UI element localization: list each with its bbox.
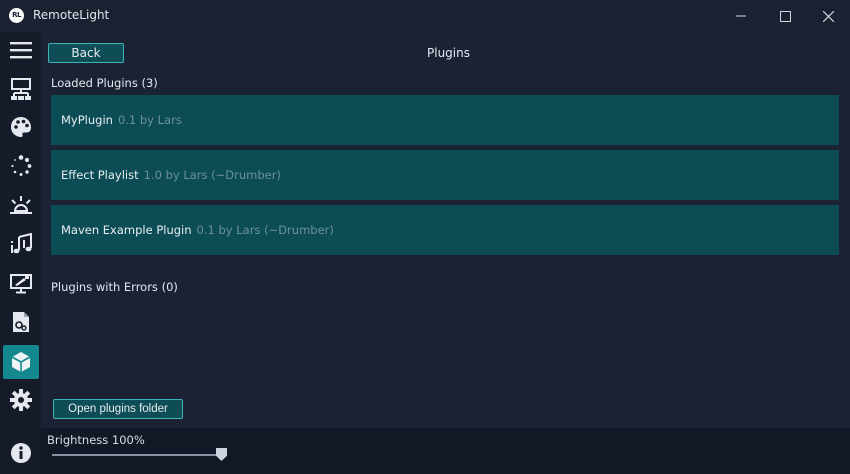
minimize-icon (736, 15, 746, 17)
network-icon (11, 78, 31, 100)
close-icon (822, 10, 834, 22)
sidebar-item-scripts[interactable] (3, 305, 39, 339)
animation-icon (11, 155, 32, 176)
sidebar (0, 32, 41, 474)
plugin-name: Maven Example Plugin (61, 223, 192, 237)
sidebar-item-animations[interactable] (3, 149, 39, 183)
title-bar: RL RemoteLight (0, 0, 850, 32)
plugin-name: MyPlugin (61, 113, 113, 127)
info-icon (11, 443, 31, 463)
sidebar-item-outputs[interactable] (3, 72, 39, 106)
sidebar-item-settings[interactable] (3, 383, 39, 417)
brightness-label: Brightness 100% (47, 433, 145, 447)
sidebar-item-menu[interactable] (3, 33, 39, 67)
plugin-row[interactable]: Maven Example Plugin 0.1 by Lars (~Drumb… (51, 205, 839, 255)
brightness-bar: Brightness 100% (41, 428, 850, 474)
back-button[interactable]: Back (48, 43, 124, 63)
scripts-icon (13, 312, 29, 332)
settings-icon (10, 389, 32, 411)
plugin-meta: 0.1 by Lars (117, 113, 182, 127)
close-button[interactable] (805, 0, 850, 32)
scene-icon (10, 196, 32, 214)
brightness-slider-track[interactable] (52, 454, 222, 456)
sidebar-item-music-sync[interactable] (3, 227, 39, 261)
plugin-meta: 1.0 by Lars (~Drumber) (143, 168, 281, 182)
plugin-row[interactable]: MyPlugin 0.1 by Lars (51, 95, 839, 145)
sidebar-item-about[interactable] (3, 436, 39, 470)
screen-color-icon (10, 274, 32, 294)
sidebar-item-colors[interactable] (3, 110, 39, 144)
loaded-plugins-header: Loaded Plugins (3) (51, 76, 158, 90)
sidebar-item-screen-color[interactable] (3, 266, 39, 300)
plugin-row[interactable]: Effect Playlist 1.0 by Lars (~Drumber) (51, 150, 839, 200)
music-sync-icon (11, 233, 32, 254)
plugins-with-errors-header: Plugins with Errors (0) (51, 280, 178, 294)
brightness-slider-thumb[interactable] (216, 448, 227, 461)
sidebar-item-plugins[interactable] (3, 345, 39, 379)
plugin-name: Effect Playlist (61, 168, 139, 182)
sidebar-item-scenes[interactable] (3, 188, 39, 222)
plugins-icon (11, 352, 31, 372)
menu-icon (10, 42, 32, 59)
open-plugins-folder-button[interactable]: Open plugins folder (53, 399, 183, 419)
window-title: RemoteLight (33, 8, 110, 22)
maximize-button[interactable] (762, 0, 808, 32)
palette-icon (11, 117, 31, 137)
page-title: Plugins (427, 46, 470, 60)
maximize-icon (779, 10, 791, 22)
plugin-meta: 0.1 by Lars (~Drumber) (196, 223, 334, 237)
plugins-panel: Back Plugins Loaded Plugins (3) MyPlugin… (41, 32, 850, 428)
app-logo: RL (9, 8, 24, 23)
minimize-button[interactable] (718, 0, 764, 32)
